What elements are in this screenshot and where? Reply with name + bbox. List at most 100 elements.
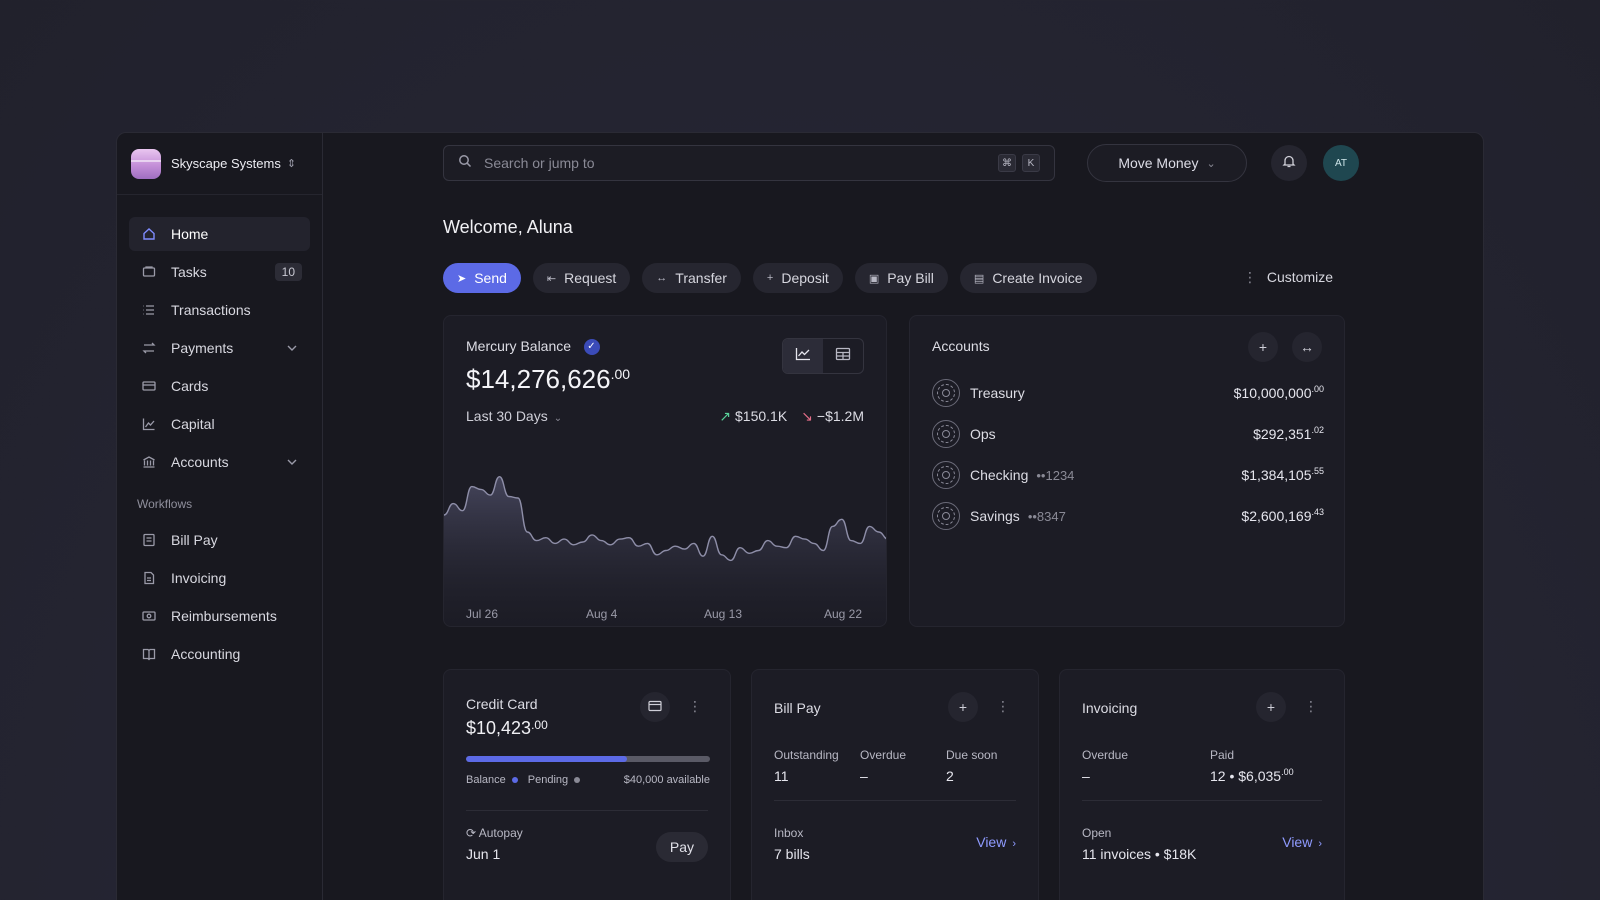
chevron-right-icon: › bbox=[1318, 838, 1322, 850]
account-amount-cents: .55 bbox=[1311, 466, 1324, 476]
stat-due-soon: Due soon 2 bbox=[946, 748, 997, 784]
sidebar-item-tasks[interactable]: Tasks 10 bbox=[129, 255, 310, 289]
balance-amount: $14,276,626.00 bbox=[466, 364, 630, 395]
account-name: Checking bbox=[970, 467, 1029, 483]
balance-card: Mercury Balance ✓ $14,276,626.00 Last 30… bbox=[443, 315, 887, 627]
money-out-value: −$1.2M bbox=[816, 408, 864, 424]
chart-icon bbox=[141, 416, 157, 432]
add-bill-button[interactable]: + bbox=[948, 692, 978, 722]
open-invoices-info: Open 11 invoices • $18K bbox=[1082, 826, 1196, 862]
divider bbox=[466, 810, 708, 811]
balance-area bbox=[444, 476, 886, 626]
kebab-icon[interactable]: ⋮ bbox=[688, 698, 702, 715]
date-range-select[interactable]: Last 30 Days ⌄ bbox=[466, 408, 562, 424]
customize-button[interactable]: ⋮ Customize bbox=[1243, 269, 1333, 286]
search-bar[interactable]: ⌘ K bbox=[443, 145, 1055, 181]
table-view-button[interactable] bbox=[823, 339, 863, 373]
balance-chart[interactable]: Jul 26 Aug 4 Aug 13 Aug 22 bbox=[444, 436, 887, 627]
chart-view-button[interactable] bbox=[783, 339, 823, 373]
kebab-icon[interactable]: ⋮ bbox=[996, 698, 1010, 715]
chevron-down-icon[interactable] bbox=[286, 455, 298, 471]
inbox-label: Inbox bbox=[774, 826, 804, 840]
kebab-icon[interactable]: ⋮ bbox=[1304, 698, 1318, 715]
add-invoice-button[interactable]: + bbox=[1256, 692, 1286, 722]
view-label: View bbox=[976, 834, 1007, 850]
credit-card-card: Credit Card ⋮ $10,423.00 Balance Pending… bbox=[443, 669, 731, 900]
accounts-title: Accounts bbox=[932, 338, 990, 354]
sidebar-item-capital[interactable]: Capital bbox=[129, 407, 310, 441]
autopay-date: Jun 1 bbox=[466, 846, 501, 862]
transfer-accounts-button[interactable]: ↔ bbox=[1292, 332, 1322, 362]
bank-icon bbox=[141, 454, 157, 470]
search-input[interactable] bbox=[484, 155, 992, 171]
book-icon bbox=[141, 646, 157, 662]
kebab-icon: ⋮ bbox=[1243, 269, 1257, 285]
x-axis-label: Aug 4 bbox=[586, 607, 618, 621]
sidebar-item-transactions[interactable]: Transactions bbox=[129, 293, 310, 327]
account-mask: ••1234 bbox=[1036, 467, 1075, 483]
account-amount-whole: $1,384,105 bbox=[1241, 467, 1312, 483]
card-settings-button[interactable] bbox=[640, 692, 670, 722]
request-label: Request bbox=[564, 270, 617, 286]
view-bills-link[interactable]: View › bbox=[976, 834, 1016, 850]
stat-label: Overdue bbox=[860, 748, 907, 762]
request-button[interactable]: ⇤ Request bbox=[532, 263, 631, 293]
account-mask: ••8347 bbox=[1027, 508, 1066, 524]
credit-card-title: Credit Card bbox=[466, 696, 538, 712]
pending-legend-label: Pending bbox=[527, 774, 569, 786]
org-switcher[interactable]: Skyscape Systems ⇕ bbox=[117, 133, 322, 195]
stat-overdue: Overdue – bbox=[860, 748, 906, 784]
sidebar-item-accounts[interactable]: Accounts bbox=[129, 445, 310, 479]
avatar[interactable]: AT bbox=[1323, 145, 1359, 181]
account-row-treasury[interactable]: Treasury $10,000,000.00 bbox=[932, 378, 1324, 408]
reimburse-icon bbox=[141, 608, 157, 624]
org-logo bbox=[131, 148, 161, 179]
send-button[interactable]: ➤ Send bbox=[443, 263, 521, 293]
sidebar-item-bill-pay[interactable]: Bill Pay bbox=[129, 523, 310, 557]
sidebar-item-cards[interactable]: Cards bbox=[129, 369, 310, 403]
account-name: Savings bbox=[970, 508, 1020, 524]
view-invoices-link[interactable]: View › bbox=[1282, 834, 1322, 850]
pay-bill-button[interactable]: ▣ Pay Bill bbox=[854, 263, 948, 293]
bell-icon bbox=[1282, 154, 1296, 173]
sidebar-item-reimbursements[interactable]: Reimbursements bbox=[129, 599, 310, 633]
transfer-button[interactable]: ↔ Transfer bbox=[642, 263, 741, 293]
sidebar-item-label: Reimbursements bbox=[171, 608, 277, 624]
deposit-button[interactable]: + Deposit bbox=[752, 263, 843, 293]
sidebar-item-home[interactable]: Home bbox=[129, 217, 310, 251]
pay-button[interactable]: Pay bbox=[655, 832, 708, 862]
money-in-value: $150.1K bbox=[735, 408, 788, 424]
sidebar-item-invoicing[interactable]: Invoicing bbox=[129, 561, 310, 595]
sidebar-item-accounting[interactable]: Accounting bbox=[129, 637, 310, 671]
table-icon bbox=[835, 347, 851, 366]
account-icon bbox=[932, 461, 960, 489]
account-amount-cents: .43 bbox=[1311, 507, 1324, 517]
x-axis-label: Aug 22 bbox=[824, 607, 862, 621]
create-invoice-label: Create Invoice bbox=[992, 270, 1083, 286]
autopay-info: ⟳ Autopay Jun 1 bbox=[466, 826, 523, 862]
autopay-label: Autopay bbox=[478, 826, 523, 840]
balance-legend-label: Balance bbox=[466, 774, 506, 786]
account-amount: $2,600,169.43 bbox=[1241, 507, 1324, 524]
account-row-savings[interactable]: Savings ••8347 $2,600,169.43 bbox=[932, 501, 1324, 531]
notifications-button[interactable] bbox=[1271, 145, 1307, 181]
account-row-checking[interactable]: Checking ••1234 $1,384,105.55 bbox=[932, 460, 1324, 490]
account-icon bbox=[932, 420, 960, 448]
add-account-button[interactable]: + bbox=[1248, 332, 1278, 362]
sidebar-item-payments[interactable]: Payments bbox=[129, 331, 310, 365]
sidebar-item-label: Accounts bbox=[171, 454, 229, 470]
divider bbox=[1082, 800, 1322, 801]
inbox-info: Inbox 7 bills bbox=[774, 826, 810, 862]
credit-card-amount: $10,423.00 bbox=[466, 718, 548, 739]
stat-outstanding: Outstanding 11 bbox=[774, 748, 839, 784]
account-amount-cents: .02 bbox=[1311, 425, 1324, 435]
chevron-down-icon: ⌄ bbox=[1206, 157, 1216, 170]
create-invoice-button[interactable]: ▤ Create Invoice bbox=[959, 263, 1097, 293]
move-money-button[interactable]: Move Money ⌄ bbox=[1087, 144, 1247, 182]
account-row-ops[interactable]: Ops $292,351.02 bbox=[932, 419, 1324, 449]
chevron-down-icon[interactable] bbox=[286, 341, 298, 357]
updown-chevron-icon: ⇕ bbox=[286, 158, 297, 170]
invoicing-card: Invoicing + ⋮ Overdue – Paid 12 • $6,035… bbox=[1059, 669, 1345, 900]
accounts-card: Accounts + ↔ Treasury $10,000,000.00 Ops… bbox=[909, 315, 1345, 627]
paid-cents: .00 bbox=[1281, 767, 1294, 777]
